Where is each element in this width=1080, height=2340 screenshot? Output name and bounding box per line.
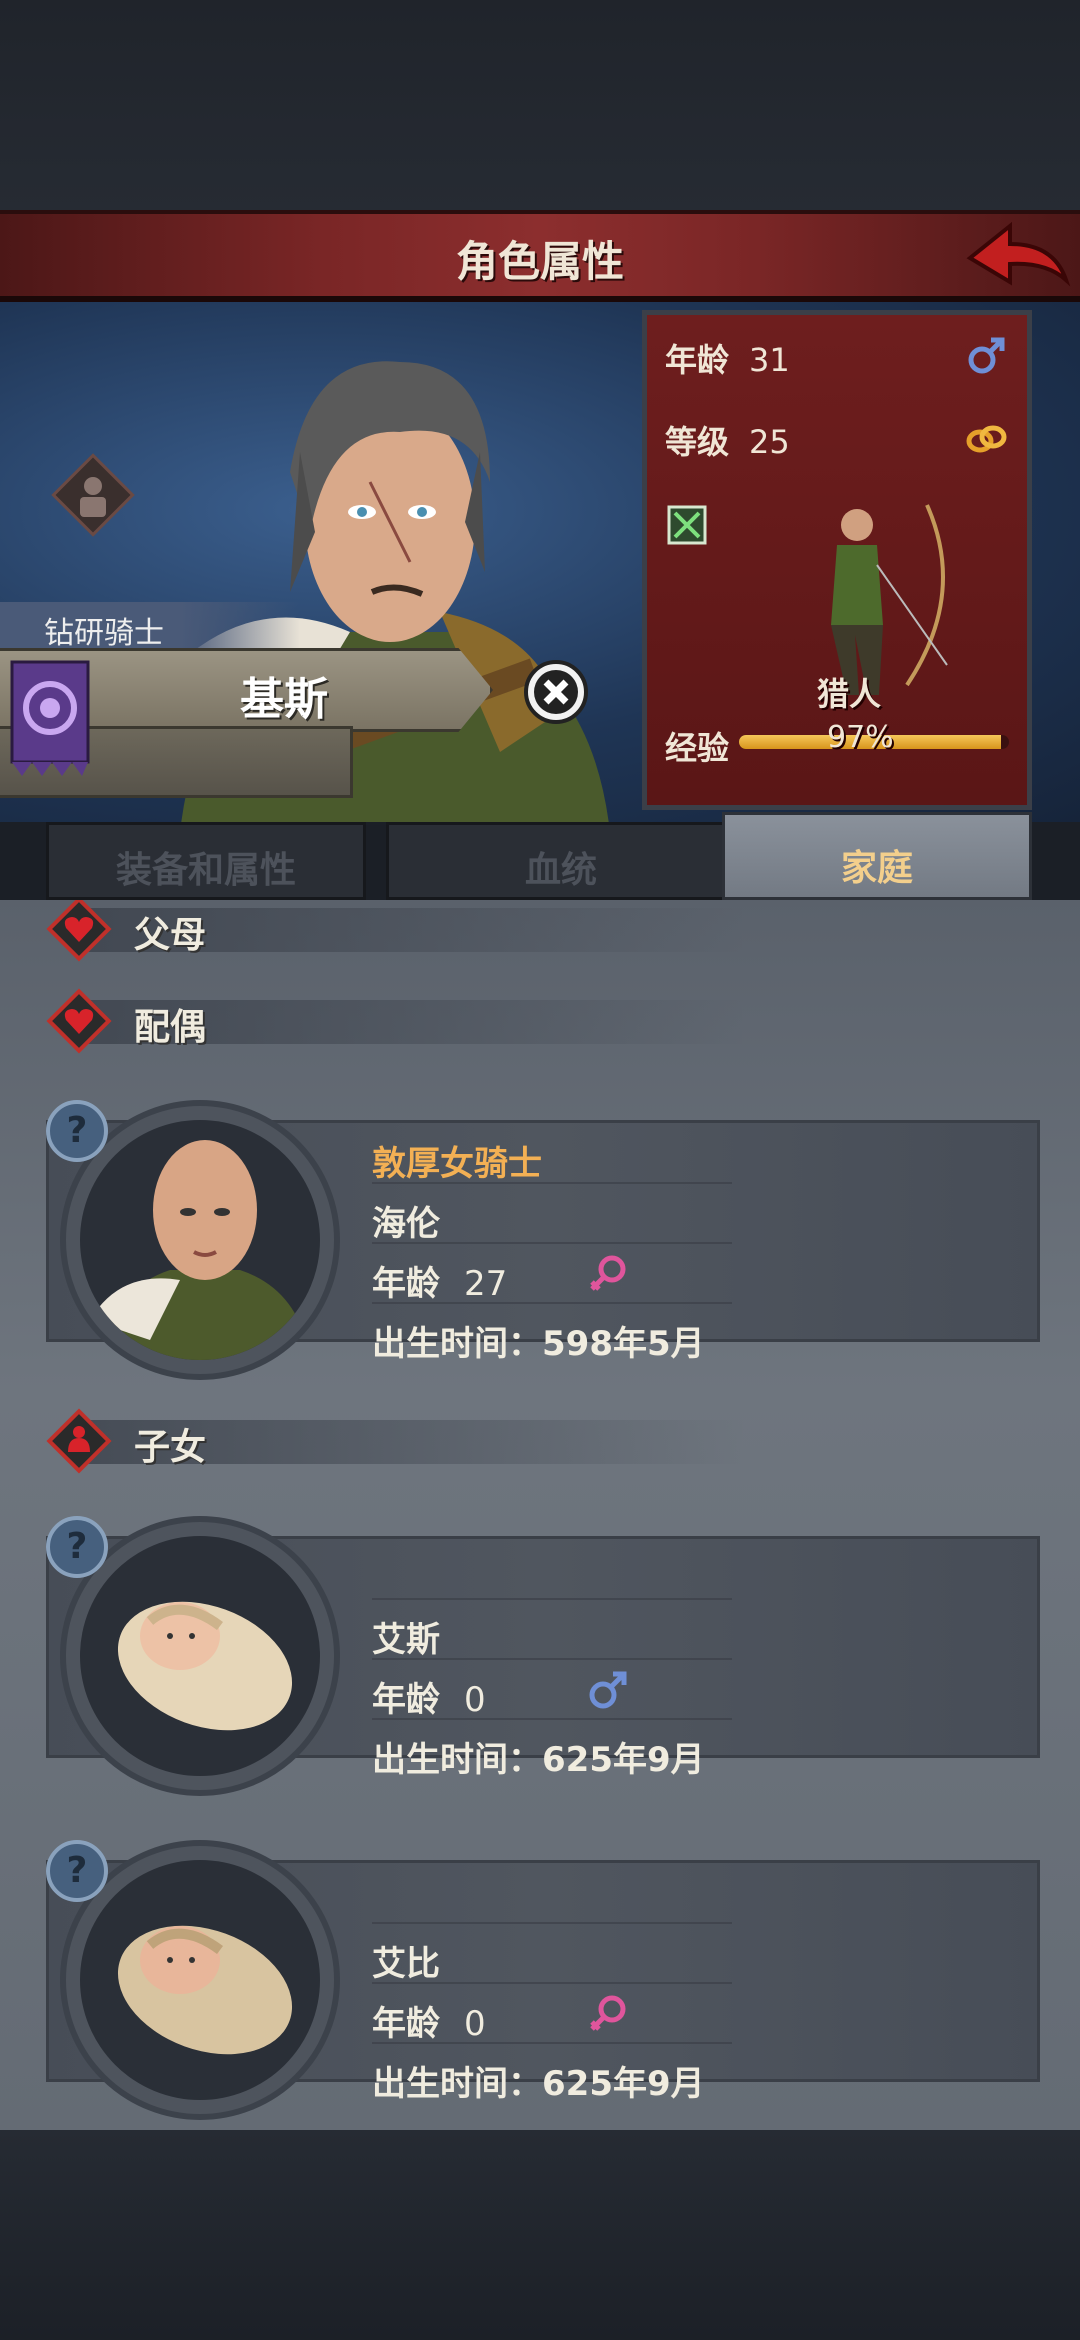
divider (372, 1922, 732, 1924)
child-card[interactable]: ? 艾斯 年龄 0 出生时间：625年9月 (46, 1516, 1040, 1796)
level-row: 等级 25 (665, 417, 790, 463)
tab-family[interactable]: 家庭 (722, 812, 1032, 900)
spouse-card[interactable]: ? 敦厚女骑士 海伦 年龄 27 出生时间：598年5月 (46, 1100, 1040, 1380)
child-name: 艾斯 (372, 1620, 440, 1660)
exp-label: 经验 (665, 729, 730, 767)
age-value: 0 (464, 2004, 486, 2044)
divider (372, 1982, 732, 1984)
back-button[interactable] (962, 218, 1072, 296)
exp-value: 97% (827, 720, 894, 755)
section-spouse: 配偶 (46, 988, 746, 1054)
child-birth: 出生时间：625年9月 (372, 2064, 705, 2104)
close-icon (524, 660, 588, 724)
child-age: 年龄 0 (372, 1996, 486, 2045)
age-value: 27 (464, 1264, 508, 1304)
female-icon (590, 1255, 626, 1291)
spouse-age: 年龄 27 (372, 1256, 507, 1305)
child-icon (46, 1408, 112, 1474)
hero-name: 基斯 (240, 674, 328, 725)
age-label: 年龄 (372, 1264, 440, 1304)
tab-bloodline-label: 血统 (524, 850, 597, 891)
female-icon (590, 1995, 626, 2031)
level-value: 25 (749, 423, 790, 461)
section-children: 子女 (46, 1408, 746, 1474)
child-age: 年龄 0 (372, 1672, 486, 1721)
child-portrait (80, 1536, 320, 1776)
male-icon (589, 1671, 627, 1709)
marriage-rings-icon (966, 425, 1007, 453)
section-spouse-label: 配偶 (134, 1007, 207, 1048)
age-value: 0 (464, 1680, 486, 1720)
age-row: 年龄 31 (665, 335, 790, 381)
child-portrait (80, 1860, 320, 2100)
question-icon[interactable]: ? (46, 1516, 108, 1578)
job-label: 猎人 (817, 675, 882, 713)
spouse-title: 敦厚女骑士 (372, 1144, 542, 1184)
heart-icon (46, 988, 112, 1054)
page-title: 角色属性 (455, 237, 624, 286)
question-icon[interactable]: ? (46, 1100, 108, 1162)
child-card[interactable]: ? 艾比 年龄 0 出生时间：625年9月 (46, 1840, 1040, 2120)
child-name: 艾比 (372, 1944, 440, 1984)
skill-icon (667, 505, 707, 545)
back-arrow-icon (966, 221, 1071, 287)
divider (372, 1658, 732, 1660)
family-content: 父母 配偶 ? 敦厚女骑士 海伦 年龄 27 出生时间：598年5月 子女 ? … (0, 900, 1080, 2130)
divider (372, 1182, 732, 1184)
level-label: 等级 (665, 423, 730, 461)
tab-bar: 装备和属性 血统 家庭 (46, 812, 1032, 900)
age-label: 年龄 (372, 2004, 440, 2044)
age-label: 年龄 (665, 341, 730, 379)
child-birth: 出生时间：625年9月 (372, 1740, 705, 1780)
class-label: 钻研骑士 (0, 602, 300, 651)
question-icon[interactable]: ? (46, 1840, 108, 1902)
tab-bloodline[interactable]: 血统 (386, 822, 736, 900)
dismiss-button[interactable] (522, 658, 590, 726)
spouse-birth: 出生时间：598年5月 (372, 1324, 705, 1364)
section-children-label: 子女 (134, 1427, 207, 1468)
class-label-text: 钻研骑士 (44, 616, 164, 651)
lineage-emblem-icon (10, 660, 90, 776)
age-label: 年龄 (372, 1680, 440, 1720)
divider (372, 1718, 732, 1720)
divider (372, 1598, 732, 1600)
section-parents-label: 父母 (134, 915, 207, 956)
divider (372, 2042, 732, 2044)
spouse-portrait (80, 1120, 320, 1360)
tab-family-label: 家庭 (840, 848, 913, 889)
divider (372, 1242, 732, 1244)
divider (372, 1302, 732, 1304)
class-badge-icon (51, 453, 135, 537)
tab-equipment-label: 装备和属性 (115, 850, 296, 891)
bottom-background (0, 2130, 1080, 2340)
section-parents: 父母 (46, 900, 746, 962)
age-value: 31 (749, 341, 790, 379)
spouse-name: 海伦 (372, 1204, 440, 1244)
title-bar: 角色属性 (0, 210, 1080, 302)
top-background (0, 0, 1080, 210)
stats-card: 年龄 31 等级 25 猎人 经验 97% (642, 310, 1032, 810)
tab-equipment[interactable]: 装备和属性 (46, 822, 366, 900)
male-icon (968, 337, 1005, 374)
hero-panel: 钻研骑士 基斯 年龄 31 等级 25 猎人 经验 97% (0, 302, 1080, 822)
heart-icon (46, 900, 112, 962)
